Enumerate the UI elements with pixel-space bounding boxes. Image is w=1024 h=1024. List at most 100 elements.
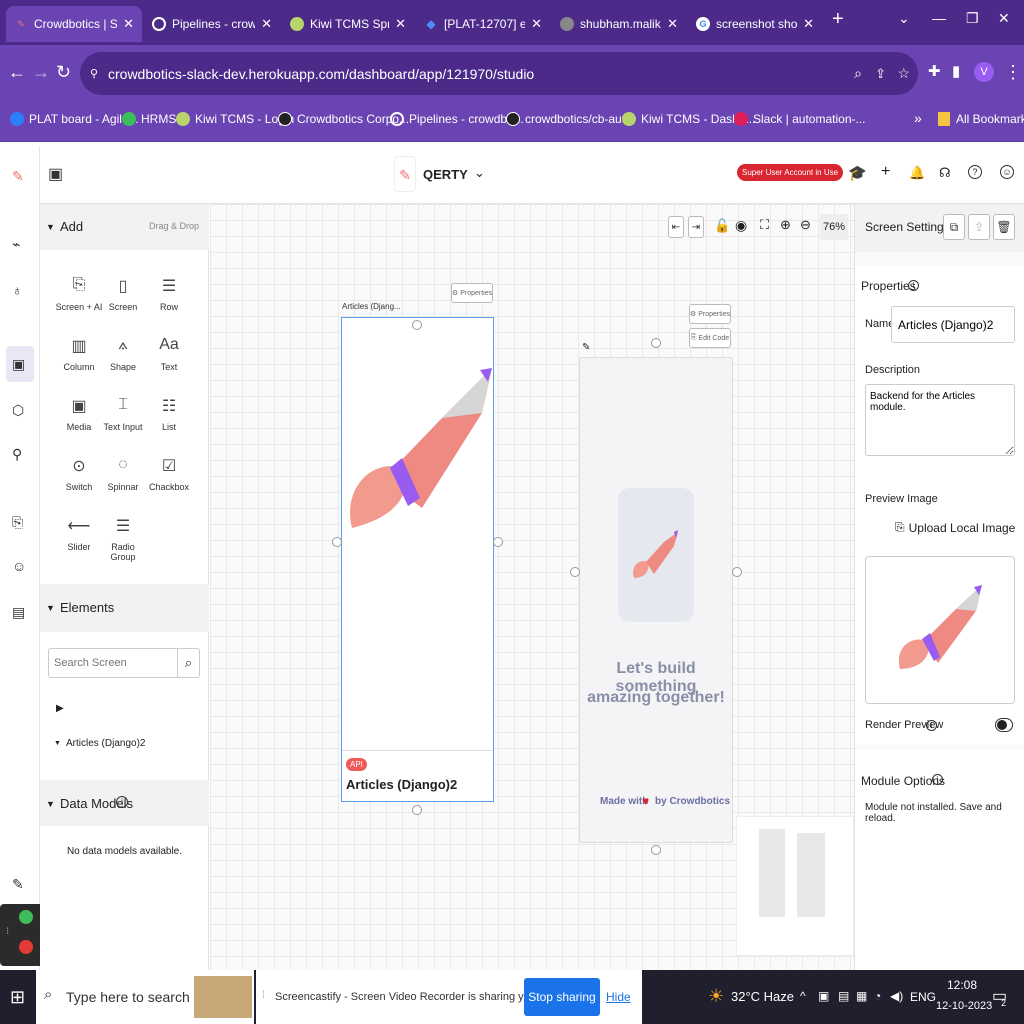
info-icon[interactable]: i [926, 720, 937, 731]
side-panel-icon[interactable]: ▮ [952, 62, 960, 80]
bookmark-item[interactable]: PLAT board - Agile... [10, 112, 139, 126]
description-textarea[interactable]: Backend for the Articles module. [865, 384, 1015, 456]
collapse-left-icon[interactable]: ⇤ [668, 216, 684, 238]
component-shape[interactable]: ⟑ Shape [98, 336, 148, 372]
tree-collapse-caret-icon[interactable]: ▼ [54, 740, 61, 747]
team-icon[interactable]: ☺ [12, 558, 26, 574]
clock-date[interactable]: 12-10-2023 [936, 1000, 992, 1012]
elements-section-header[interactable]: ▼ Elements [40, 584, 209, 632]
notifications-icon[interactable]: 🔔 [909, 165, 925, 181]
close-window-icon[interactable]: ✕ [998, 10, 1010, 27]
component-switch[interactable]: ⊙ Switch [54, 456, 104, 492]
add-section-header[interactable]: ▼ Add Drag & Drop [40, 204, 209, 250]
tree-expand-caret-icon[interactable]: ▶ [56, 703, 64, 714]
zoom-level[interactable]: 76% [820, 214, 848, 240]
hide-link[interactable]: Hide [606, 990, 631, 1004]
clock-time[interactable]: 12:08 [947, 978, 977, 992]
taskbar-search-box[interactable]: ⌕ Type here to search [36, 970, 254, 1024]
resize-handle-right[interactable] [493, 537, 503, 547]
plugin-icon[interactable]: ⚲ [12, 446, 22, 463]
help-icon[interactable]: ? [968, 165, 982, 179]
resize-handle-bottom[interactable] [651, 845, 661, 855]
preview-eye-icon[interactable]: ◉ [735, 217, 747, 234]
tray-app-icon[interactable]: ▦ [856, 989, 867, 1003]
tab-search-icon[interactable]: ⌄ [898, 10, 910, 27]
language-indicator[interactable]: ENG [910, 990, 936, 1004]
volume-icon[interactable]: ◀) [890, 989, 903, 1003]
tree-item-screen[interactable]: Articles (Django)2 [66, 738, 145, 749]
chrome-menu-icon[interactable]: ⋮ [1004, 62, 1022, 83]
bookmark-item[interactable]: Slack | automation-... [734, 112, 866, 126]
briefcase-icon[interactable]: ▤ [12, 604, 25, 621]
screen2-edit-code-button[interactable]: ⎘ Edit Code [689, 328, 731, 348]
new-tab-button[interactable]: + [832, 8, 844, 31]
tab-google-search[interactable]: G screenshot shortcut - ✕ [688, 6, 822, 42]
lock-icon[interactable]: 🔓 [714, 218, 730, 234]
edit-pencil-icon[interactable]: ✎ [582, 342, 590, 353]
tab-gmail[interactable]: shubham.malik@crow ✕ [552, 6, 686, 42]
minimize-icon[interactable]: — [932, 10, 946, 26]
windows-start-icon[interactable]: ⊞ [10, 987, 25, 1008]
profile-avatar[interactable]: V [974, 62, 994, 82]
name-input[interactable] [891, 306, 1015, 343]
reload-icon[interactable]: ↻ [56, 62, 71, 83]
component-spinner[interactable]: ◌ Spinnar [98, 456, 148, 492]
collapse-caret-icon[interactable]: ▼ [46, 603, 55, 613]
app-name[interactable]: QERTY [423, 167, 468, 182]
add-icon[interactable]: + [881, 163, 890, 181]
record-play-icon[interactable] [19, 910, 33, 924]
app-switch-chevron-icon[interactable]: ⌄ [474, 165, 485, 181]
zoom-lens-icon[interactable]: ⌕ [854, 65, 862, 82]
component-text[interactable]: Aa Text [144, 336, 194, 372]
url-field[interactable]: ⚲ crowdbotics-slack-dev.herokuapp.com/da… [80, 52, 918, 95]
tab-pipelines[interactable]: Pipelines - crowdbotic ✕ [144, 6, 280, 42]
bookmarks-overflow-button[interactable]: » [914, 110, 922, 126]
tray-app-icon[interactable]: ▣ [818, 989, 829, 1003]
storyboard-icon[interactable]: ♁ [12, 282, 23, 298]
component-column[interactable]: ▥ Column [54, 336, 104, 372]
bookmark-item[interactable]: HRMS [122, 112, 176, 126]
settings-tool-icon[interactable]: ✎ [12, 876, 24, 893]
close-tab-icon[interactable]: ✕ [531, 16, 542, 32]
component-row[interactable]: ☰ Row [144, 276, 194, 312]
restore-icon[interactable]: ❐ [966, 10, 979, 27]
resize-handle-top[interactable] [651, 338, 661, 348]
delete-icon[interactable]: 🗑 [993, 214, 1015, 240]
collapse-right-icon[interactable]: ⇥ [688, 216, 704, 238]
all-bookmarks-button[interactable]: All Bookmarks [938, 112, 1024, 126]
close-tab-icon[interactable]: ✕ [803, 16, 814, 32]
studio-icon[interactable]: ▣ [12, 356, 25, 373]
zoom-in-icon[interactable]: ⊕ [780, 217, 791, 233]
forward-icon[interactable]: → [32, 62, 50, 83]
academy-icon[interactable]: 🎓 [848, 164, 867, 182]
tray-app-icon[interactable]: ▤ [838, 989, 849, 1003]
upload-local-image-button[interactable]: ⎘ Upload Local Image [895, 520, 1015, 535]
tab-crowdbotics-studio[interactable]: ✎ Crowdbotics | Studio ✕ [6, 6, 142, 42]
fit-screen-icon[interactable]: ⛶ [760, 217, 769, 233]
back-icon[interactable]: ← [8, 62, 26, 83]
search-icon[interactable]: ⌕ [177, 649, 199, 677]
collapse-caret-icon[interactable]: ▼ [46, 799, 55, 809]
crowdbotics-logo-icon[interactable]: ✎ [12, 168, 24, 185]
stop-sharing-button[interactable]: Stop sharing [524, 978, 600, 1016]
zoom-out-icon[interactable]: ⊖ [800, 217, 811, 233]
bookmark-item[interactable]: Kiwi TCMS - Login [176, 112, 294, 126]
code-icon[interactable]: ⎘ [12, 514, 23, 531]
design-canvas[interactable]: ⇤ ⇥ 🔓 ◉ ⛶ ⊕ ⊖ 76% Articles (Djang... ⚙ Pr… [210, 204, 854, 970]
search-screen-input[interactable] [49, 649, 177, 677]
resize-handle-bottom[interactable] [412, 805, 422, 815]
drag-handle-icon[interactable]: ⁝ [6, 926, 9, 937]
site-info-icon[interactable]: ⚲ [90, 67, 98, 80]
duplicate-icon[interactable]: ⧉ [943, 214, 965, 240]
wifi-icon[interactable]: ◔ [874, 989, 881, 1003]
close-tab-icon[interactable]: ✕ [395, 16, 406, 32]
bookmark-star-icon[interactable]: ☆ [897, 65, 910, 82]
support-headset-icon[interactable]: ☊ [939, 165, 951, 181]
screen1-properties-button[interactable]: ⚙ Properties [451, 283, 493, 303]
modules-icon[interactable]: ⬡ [12, 402, 24, 419]
collapse-caret-icon[interactable]: ▼ [46, 222, 55, 232]
component-checkbox[interactable]: ☑ Chackbox [144, 456, 194, 492]
weather-text[interactable]: 32°C Haze [731, 989, 794, 1004]
share-icon[interactable]: ⇪ [875, 66, 886, 82]
component-radio-group[interactable]: ☰ Radio Group [98, 516, 148, 562]
